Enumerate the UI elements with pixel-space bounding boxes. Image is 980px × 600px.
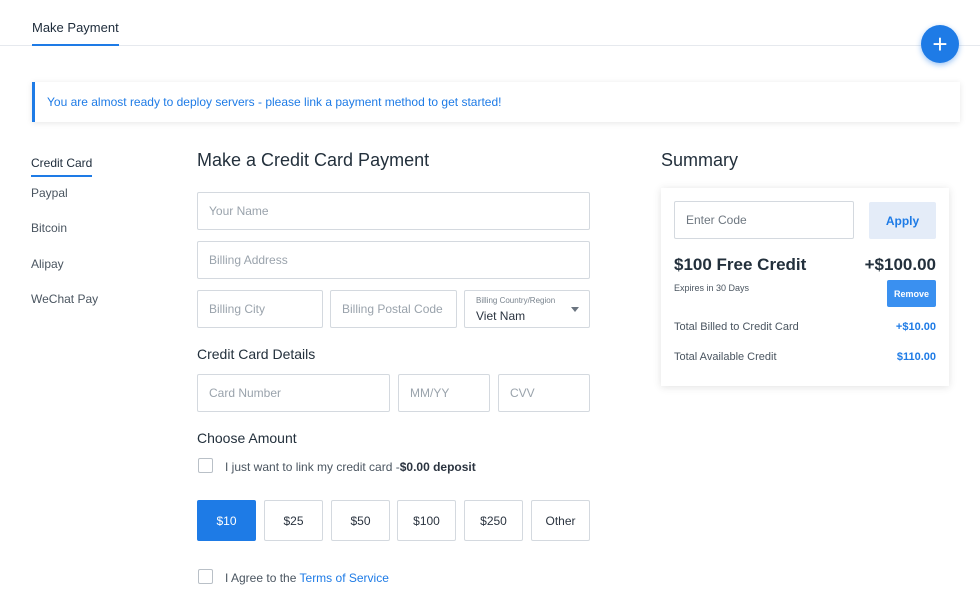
terms-label: I Agree to the Terms of Service <box>225 571 389 585</box>
expiry-field[interactable] <box>398 374 490 412</box>
link-only-checkbox[interactable] <box>198 458 213 473</box>
country-value: Viet Nam <box>476 309 526 323</box>
nav-item-paypal[interactable]: Paypal <box>31 186 151 222</box>
terms-checkbox[interactable] <box>198 569 213 584</box>
terms-link[interactable]: Terms of Service <box>300 571 389 585</box>
top-bar: Make Payment <box>0 0 980 46</box>
payment-notice: You are almost ready to deploy servers -… <box>32 82 960 122</box>
add-button[interactable]: + <box>921 25 959 63</box>
billed-value: +$10.00 <box>895 321 936 333</box>
amount-button-other[interactable]: Other <box>531 500 590 541</box>
postal-field[interactable] <box>330 290 457 328</box>
notice-text: You are almost ready to deploy servers -… <box>47 95 502 109</box>
cvv-field[interactable] <box>498 374 590 412</box>
name-field[interactable] <box>197 192 590 230</box>
nav-item-alipay[interactable]: Alipay <box>31 257 151 293</box>
summary-card: Apply $100 Free Credit +$100.00 Expires … <box>661 188 949 386</box>
nav-item-label: Alipay <box>31 256 64 271</box>
remove-button[interactable]: Remove <box>887 280 936 307</box>
billed-label: Total Billed to Credit Card <box>674 321 799 333</box>
deposit-amount: $0.00 deposit <box>399 460 476 474</box>
available-label: Total Available Credit <box>674 351 777 363</box>
summary-title: Summary <box>661 150 739 170</box>
promo-code-field[interactable] <box>674 201 854 239</box>
nav-item-wechat-pay[interactable]: WeChat Pay <box>31 292 151 328</box>
credit-amount: +$100.00 <box>864 255 936 274</box>
nav-item-label: WeChat Pay <box>31 292 99 306</box>
amount-button-100[interactable]: $100 <box>397 500 456 541</box>
choose-amount-title: Choose Amount <box>197 430 297 446</box>
amount-button-50[interactable]: $50 <box>331 500 390 541</box>
country-label: Billing Country/Region <box>476 296 556 305</box>
expiry-input[interactable] <box>410 386 489 400</box>
city-input[interactable] <box>209 302 322 316</box>
promo-code-input[interactable] <box>686 213 853 227</box>
card-number-input[interactable] <box>209 386 389 400</box>
cvv-input[interactable] <box>510 386 589 400</box>
name-input[interactable] <box>209 204 589 218</box>
postal-input[interactable] <box>342 302 456 316</box>
amount-button-250[interactable]: $250 <box>464 500 523 541</box>
amount-button-10[interactable]: $10 <box>197 500 256 541</box>
nav-item-label: Credit Card <box>31 156 93 177</box>
link-only-label: I just want to link my credit card -$0.0… <box>225 460 476 474</box>
city-field[interactable] <box>197 290 323 328</box>
nav-item-label: Bitcoin <box>31 221 68 235</box>
amount-button-25[interactable]: $25 <box>264 500 323 541</box>
apply-button[interactable]: Apply <box>869 202 936 239</box>
address-field[interactable] <box>197 241 590 279</box>
chevron-down-icon <box>571 307 579 312</box>
available-value: $110.00 <box>896 351 936 363</box>
form-title: Make a Credit Card Payment <box>197 150 430 170</box>
nav-item-credit-card[interactable]: Credit Card <box>31 150 151 186</box>
tab-make-payment[interactable]: Make Payment <box>32 20 119 46</box>
card-details-title: Credit Card Details <box>197 346 316 362</box>
credit-expiry: Expires in 30 Days <box>674 283 750 293</box>
country-select[interactable]: Billing Country/Region Viet Nam <box>464 290 590 328</box>
terms-prefix: I Agree to the <box>225 571 300 585</box>
nav-item-label: Paypal <box>31 185 68 200</box>
card-number-field[interactable] <box>197 374 390 412</box>
link-only-text: I just want to link my credit card - <box>225 460 400 474</box>
address-input[interactable] <box>209 253 589 267</box>
credit-title: $100 Free Credit <box>674 255 807 274</box>
plus-icon: + <box>932 29 948 59</box>
nav-item-bitcoin[interactable]: Bitcoin <box>31 221 151 257</box>
payment-method-nav: Credit Card Paypal Bitcoin Alipay WeChat… <box>31 150 151 328</box>
